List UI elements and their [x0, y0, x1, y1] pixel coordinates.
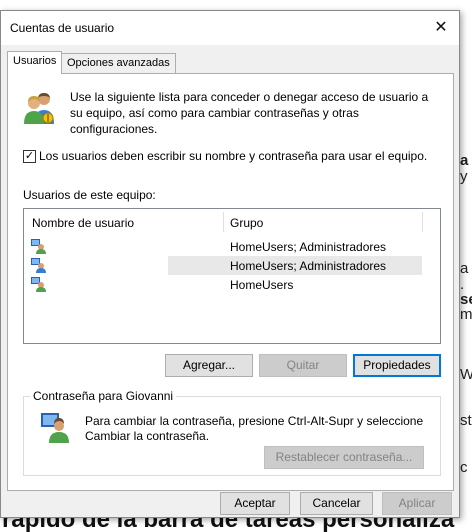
- background-text: y: [460, 168, 468, 185]
- close-button[interactable]: ✕: [429, 16, 453, 40]
- column-divider[interactable]: [422, 212, 423, 232]
- users-icon: [24, 93, 54, 124]
- user-icon: [31, 277, 46, 292]
- cancel-button[interactable]: Cancelar: [300, 492, 373, 515]
- tab-label: Usuarios: [13, 55, 57, 67]
- tab-opciones-avanzadas[interactable]: Opciones avanzadas: [61, 53, 176, 73]
- user-icon: [31, 258, 46, 273]
- password-group-title: Contraseña para Giovanni: [30, 389, 177, 403]
- tab-usuarios[interactable]: Usuarios: [7, 51, 63, 74]
- remove-button[interactable]: Quitar: [259, 354, 347, 377]
- user-accounts-dialog: Cuentas de usuario ✕ Usuarios Opciones a…: [0, 10, 460, 518]
- users-list[interactable]: Nombre de usuario Grupo HomeUsers; Admin…: [23, 208, 441, 344]
- users-list-header: Nombre de usuario Grupo: [24, 209, 440, 235]
- intro-text: Use la siguiente lista para conceder o d…: [70, 90, 429, 136]
- user-password-icon: [41, 413, 69, 443]
- row-group: HomeUsers; Administradores: [230, 259, 387, 273]
- ok-button[interactable]: Aceptar: [220, 492, 290, 515]
- properties-button[interactable]: Propiedades: [353, 354, 441, 377]
- tab-label: Opciones avanzadas: [67, 57, 170, 69]
- column-divider[interactable]: [223, 212, 224, 232]
- row-group: HomeUsers; Administradores: [230, 240, 387, 254]
- background-text: a: [460, 260, 469, 277]
- row-group: HomeUsers: [230, 278, 294, 292]
- table-row[interactable]: HomeUsers: [24, 275, 440, 294]
- require-login-checkbox[interactable]: ✓: [23, 150, 36, 163]
- close-icon: ✕: [434, 19, 448, 36]
- background-text: c: [460, 459, 468, 476]
- table-row[interactable]: HomeUsers; Administradores: [24, 256, 440, 275]
- user-icon: [31, 239, 46, 254]
- require-login-label[interactable]: Los usuarios deben escribir su nombre y …: [39, 149, 439, 164]
- column-header-username[interactable]: Nombre de usuario: [32, 216, 134, 230]
- background-text: st: [460, 412, 472, 429]
- background-text: ma: [460, 306, 472, 323]
- password-instructions: Para cambiar la contraseña, presione Ctr…: [85, 414, 424, 443]
- background-text: Wi: [460, 366, 472, 383]
- users-list-label: Usuarios de este equipo:: [23, 188, 156, 202]
- add-button[interactable]: Agregar...: [165, 354, 253, 377]
- title-bar[interactable]: Cuentas de usuario ✕: [1, 11, 459, 45]
- background-text: a: [460, 152, 469, 169]
- table-row[interactable]: HomeUsers; Administradores: [24, 237, 440, 256]
- reset-password-button[interactable]: Restablecer contraseña...: [264, 446, 424, 469]
- dialog-title: Cuentas de usuario: [10, 21, 115, 35]
- tab-panel-usuarios: Use la siguiente lista para conceder o d…: [7, 73, 454, 491]
- apply-button[interactable]: Aplicar: [382, 492, 452, 515]
- column-header-group[interactable]: Grupo: [230, 216, 263, 230]
